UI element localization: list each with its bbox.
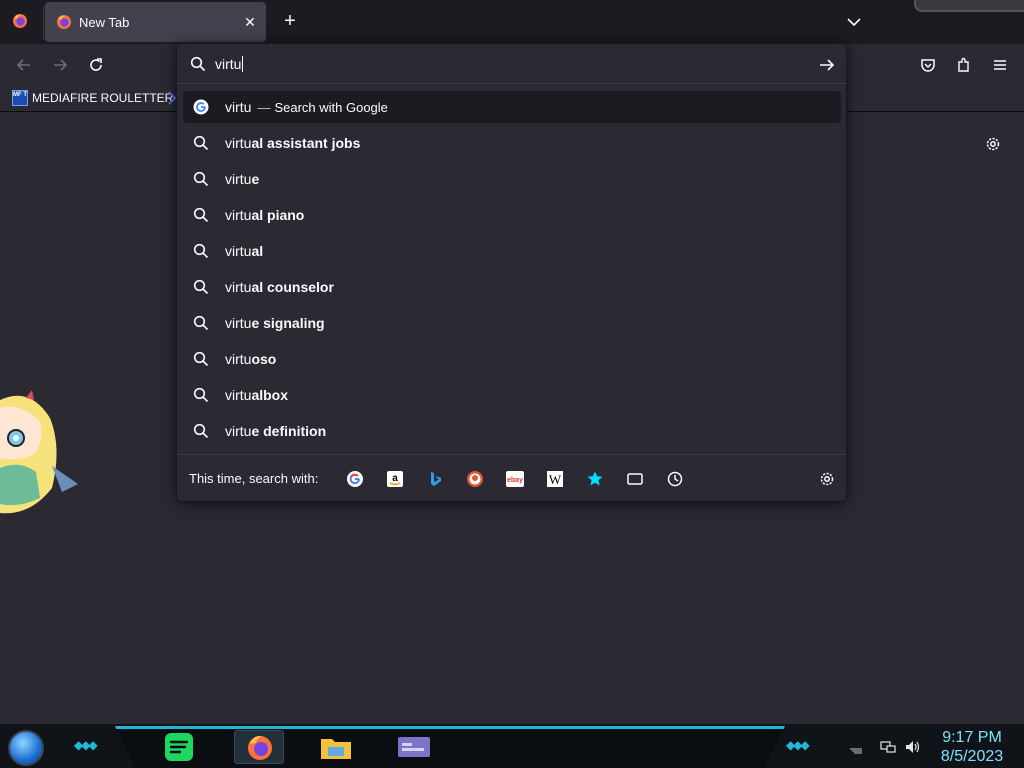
bookmark-mediafire-rouletter[interactable]: MF T MEDIAFIRE ROULETTER: [12, 89, 173, 107]
wikipedia-icon[interactable]: W: [546, 470, 564, 488]
address-bar-input[interactable]: virtu: [215, 56, 244, 72]
window-controls-frame: [914, 0, 1024, 12]
list-item[interactable]: virtuoso: [183, 341, 841, 377]
tab-strip: New Tab ✕ +: [0, 0, 1024, 44]
taskbar-decoration: ◆◆◆: [786, 738, 810, 752]
close-tab-icon[interactable]: ✕: [242, 14, 258, 30]
suggestion-text: virtual counselor: [225, 279, 334, 295]
amazon-icon[interactable]: a: [386, 470, 404, 488]
mediafire-favicon-icon: MF T: [12, 90, 28, 106]
folder-icon: [321, 739, 351, 759]
duckduckgo-icon[interactable]: [466, 470, 484, 488]
app-menu-icon[interactable]: [991, 56, 1009, 74]
list-item[interactable]: virtue: [183, 161, 841, 197]
tab-title: New Tab: [79, 14, 130, 30]
google-icon[interactable]: [346, 470, 364, 488]
one-off-label: This time, search with:: [189, 471, 319, 486]
search-icon: [193, 243, 209, 259]
list-item[interactable]: virtual: [183, 233, 841, 269]
suggestion-text: virtualbox: [225, 387, 289, 403]
page-settings-gear-icon[interactable]: [984, 135, 1002, 153]
list-item[interactable]: virtual counselor: [183, 269, 841, 305]
go-arrow-icon[interactable]: [818, 56, 836, 74]
tab-separator: [43, 6, 44, 40]
suggestion-text: virtual: [225, 243, 264, 259]
suggestion-text: virtual assistant jobs: [225, 135, 361, 151]
list-item[interactable]: virtue definition: [183, 413, 841, 449]
search-settings-gear-icon[interactable]: [818, 470, 836, 488]
search-icon: [193, 135, 209, 151]
taskbar-firefox[interactable]: [234, 730, 284, 764]
search-icon: [193, 423, 209, 439]
spotify-icon: [165, 733, 193, 761]
tabs-icon[interactable]: [626, 470, 644, 488]
bing-icon[interactable]: [426, 470, 444, 488]
search-icon: [190, 56, 206, 72]
list-item[interactable]: virtualbox: [183, 377, 841, 413]
firefox-menu-icon[interactable]: [12, 13, 28, 29]
history-icon[interactable]: [666, 470, 684, 488]
search-icon: [193, 171, 209, 187]
suggestion-text: virtue definition: [225, 423, 327, 439]
show-hidden-icons-icon[interactable]: [848, 739, 864, 755]
suggestion-list: virtu — Search with Google virtual assista…: [183, 91, 841, 449]
result-text: virtu — Search with Google: [225, 99, 388, 115]
cartoon-character-sticker: [0, 390, 78, 514]
list-all-tabs-icon[interactable]: [845, 13, 863, 31]
list-item[interactable]: virtual assistant jobs: [183, 125, 841, 161]
taskbar: ◆◆◆ ◆◆◆ 9:17 PM 8/5/2023: [0, 724, 1024, 768]
firefox-favicon-icon: [57, 15, 71, 29]
search-icon: [193, 279, 209, 295]
svg-text:ebay: ebay: [507, 477, 523, 484]
search-icon: [193, 315, 209, 331]
ebay-icon[interactable]: ebay: [506, 470, 524, 488]
forward-icon[interactable]: [51, 56, 69, 74]
window-app-icon: [398, 737, 430, 757]
svg-text:a: a: [392, 473, 398, 484]
extensions-icon[interactable]: [955, 56, 973, 74]
back-icon[interactable]: [15, 56, 33, 74]
bookmarks-star-icon[interactable]: [586, 470, 604, 488]
list-item[interactable]: virtue signaling: [183, 305, 841, 341]
tab-new-tab[interactable]: New Tab ✕: [45, 2, 266, 42]
firefox-icon: [248, 735, 272, 760]
google-icon: [193, 99, 209, 115]
text-caret: [242, 56, 244, 72]
address-bar-dropdown: virtu virtu — Search with Google virtual a…: [176, 43, 847, 502]
network-icon[interactable]: [880, 739, 896, 755]
suggestion-text: virtue signaling: [225, 315, 325, 331]
search-icon: [193, 351, 209, 367]
typed-text: virtu: [215, 56, 242, 72]
search-with-google-result[interactable]: virtu — Search with Google: [183, 91, 841, 123]
taskbar-decoration: ◆◆◆: [74, 738, 98, 752]
suggestion-text: virtue: [225, 171, 260, 187]
new-tab-button[interactable]: +: [280, 11, 300, 32]
taskbar-clock[interactable]: 9:17 PM 8/5/2023: [930, 728, 1014, 766]
bookmark-label: MEDIAFIRE ROULETTER: [32, 91, 174, 105]
volume-icon[interactable]: [904, 739, 920, 755]
clock-date: 8/5/2023: [940, 748, 1004, 765]
start-button[interactable]: [8, 730, 44, 766]
clock-time: 9:17 PM: [942, 729, 1002, 746]
address-bar-input-row[interactable]: virtu: [177, 44, 846, 84]
list-item[interactable]: virtual piano: [183, 197, 841, 233]
search-icon: [193, 207, 209, 223]
taskbar-frame: [115, 726, 785, 768]
reload-icon[interactable]: [87, 56, 105, 74]
pocket-icon[interactable]: [919, 56, 937, 74]
one-off-search-bar: This time, search with: a ebay W: [177, 454, 846, 502]
taskbar-app-window[interactable]: [392, 730, 436, 764]
search-icon: [193, 387, 209, 403]
svg-text:W: W: [549, 472, 562, 487]
taskbar-file-explorer[interactable]: [316, 730, 356, 764]
suggestion-text: virtuoso: [225, 351, 277, 367]
taskbar-spotify[interactable]: [158, 730, 198, 764]
suggestion-text: virtual piano: [225, 207, 305, 223]
